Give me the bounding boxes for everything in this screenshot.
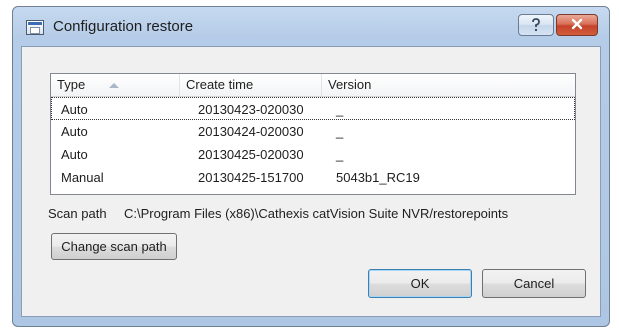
create-time-cell: 20130425-151700 xyxy=(198,170,304,185)
version-cell: _ xyxy=(336,124,344,139)
scan-path-value: C:\Program Files (x86)\Cathexis catVisio… xyxy=(124,206,509,221)
version-cell: _ xyxy=(336,102,344,117)
title-bar[interactable]: Configuration restore xyxy=(13,7,609,47)
ok-button[interactable]: OK xyxy=(368,269,472,298)
table-row[interactable]: Auto 20130423-020030 _ xyxy=(51,97,575,120)
table-row[interactable]: Auto 20130425-020030 _ xyxy=(51,143,575,166)
window-icon xyxy=(26,20,44,35)
close-button[interactable] xyxy=(556,14,598,36)
type-cell: Auto xyxy=(61,147,88,162)
type-cell: Auto xyxy=(61,102,88,117)
version-cell: _ xyxy=(336,147,344,162)
column-header-type[interactable]: Type xyxy=(51,74,180,96)
column-header-create-time[interactable]: Create time xyxy=(180,74,322,96)
type-cell: Auto xyxy=(61,124,88,139)
help-button[interactable] xyxy=(518,14,554,36)
question-mark-icon xyxy=(532,18,540,31)
dialog-client-area: Type Create time Version Auto 20130423-0… xyxy=(21,46,601,317)
version-cell: 5043b1_RC19 xyxy=(336,170,420,185)
type-cell: Manual xyxy=(61,170,104,185)
scan-path-label: Scan path xyxy=(48,206,107,221)
cancel-button[interactable]: Cancel xyxy=(482,269,586,298)
change-scan-path-button[interactable]: Change scan path xyxy=(51,233,177,260)
window-title: Configuration restore xyxy=(53,18,194,35)
create-time-cell: 20130423-020030 xyxy=(198,102,304,117)
create-time-cell: 20130424-020030 xyxy=(198,124,304,139)
create-time-cell: 20130425-020030 xyxy=(198,147,304,162)
table-row[interactable]: Auto 20130424-020030 _ xyxy=(51,120,575,143)
close-icon xyxy=(571,18,583,30)
configuration-restore-dialog: Configuration restore Type Create time V… xyxy=(12,6,610,327)
column-header-version[interactable]: Version xyxy=(322,74,575,96)
sort-ascending-icon xyxy=(109,83,119,88)
restore-points-list[interactable]: Type Create time Version Auto 20130423-0… xyxy=(50,73,576,195)
list-header: Type Create time Version xyxy=(51,74,575,97)
table-row[interactable]: Manual 20130425-151700 5043b1_RC19 xyxy=(51,166,575,189)
